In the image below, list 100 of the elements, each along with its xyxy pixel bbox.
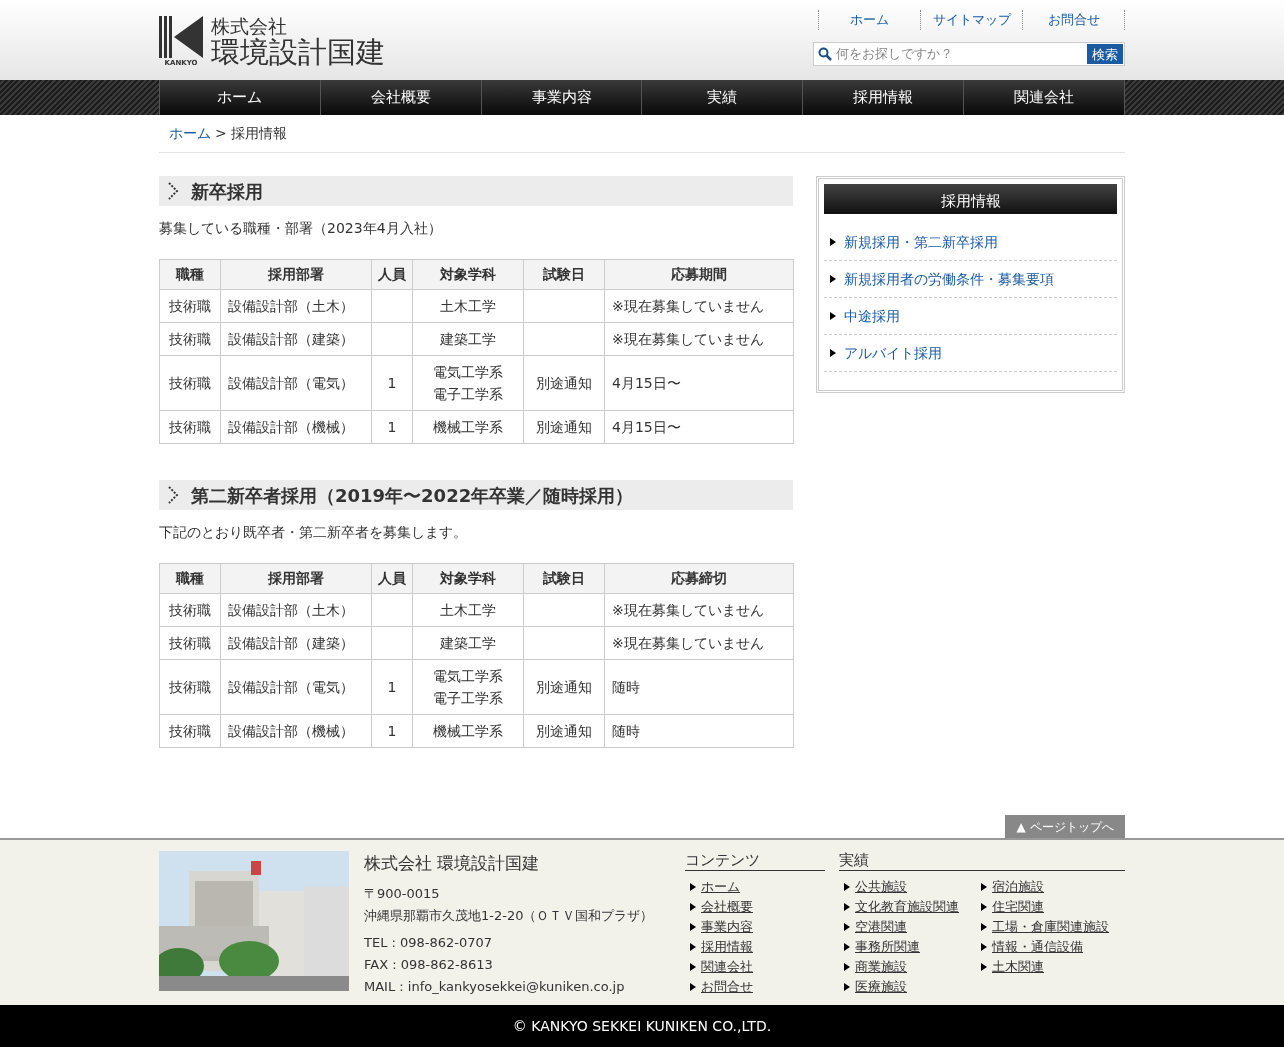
footer-link[interactable]: 事務所関連 xyxy=(855,937,920,957)
column-header: 応募締切 xyxy=(604,563,794,594)
table-cell: 土木工学 xyxy=(412,289,524,323)
footer-link[interactable]: 採用情報 xyxy=(701,937,753,957)
table-cell: 設備設計部（機械） xyxy=(220,410,372,444)
footer-link[interactable]: 事業内容 xyxy=(701,917,753,937)
table-cell: 1 xyxy=(371,410,413,444)
footer-link[interactable]: 文化教育施設関連 xyxy=(855,897,959,917)
footer-link[interactable]: 情報・通信設備 xyxy=(992,937,1083,957)
triangle-icon xyxy=(844,943,850,951)
table-cell xyxy=(371,626,413,660)
breadcrumb-current: 採用情報 xyxy=(230,124,287,143)
footer-link[interactable]: お問合せ xyxy=(701,977,753,997)
table-cell: ※現在募集していません xyxy=(604,593,794,627)
chevron-icon xyxy=(167,485,179,505)
search-field[interactable]: 何をお探しですか？ 検索 xyxy=(813,42,1125,66)
table-cell: 建築工学 xyxy=(412,626,524,660)
nav-item[interactable]: 実績 xyxy=(642,80,804,115)
triangle-icon xyxy=(830,275,836,283)
table-cell: 1 xyxy=(371,714,413,748)
footer-link[interactable]: 医療施設 xyxy=(855,977,907,997)
footer-link[interactable]: 土木関連 xyxy=(992,957,1044,977)
triangle-icon xyxy=(844,883,850,891)
section-intro: 募集している職種・部署（2023年4月入社） xyxy=(159,219,443,238)
sidebar-link[interactable]: アルバイト採用 xyxy=(844,342,942,364)
footer-link[interactable]: 住宅関連 xyxy=(992,897,1044,917)
column-header: 職種 xyxy=(159,259,221,290)
table-cell: 技術職 xyxy=(159,289,221,323)
triangle-icon xyxy=(690,963,696,971)
footer-link[interactable]: 関連会社 xyxy=(701,957,753,977)
table-cell: 機械工学系 xyxy=(412,410,524,444)
page-top-button[interactable]: ▲ ページトップへ xyxy=(1005,815,1125,838)
triangle-icon xyxy=(830,312,836,320)
triangle-icon xyxy=(690,923,696,931)
table-cell xyxy=(371,289,413,323)
company-prefix: 株式会社 xyxy=(211,17,288,36)
chevron-icon xyxy=(167,181,179,201)
nav-item[interactable]: 関連会社 xyxy=(964,80,1125,115)
footer-heading: コンテンツ xyxy=(685,851,825,871)
footer-link[interactable]: 空港関連 xyxy=(855,917,907,937)
address-line: 沖縄県那覇市久茂地1-2-20（ＯＴＶ国和プラザ） xyxy=(364,906,655,925)
table-cell: 随時 xyxy=(604,659,794,715)
sidebar-link[interactable]: 中途採用 xyxy=(844,305,900,327)
column-header: 採用部署 xyxy=(220,563,372,594)
copyright: © KANKYO SEKKEI KUNIKEN CO.,LTD. xyxy=(512,1016,772,1036)
nav-item[interactable]: 会社概要 xyxy=(320,80,482,115)
triangle-icon xyxy=(981,943,987,951)
sidebar-title: 採用情報 xyxy=(824,184,1117,214)
table-cell: 設備設計部（土木） xyxy=(220,593,372,627)
header-link[interactable]: サイトマップ xyxy=(920,10,1022,30)
header-link[interactable]: ホーム xyxy=(818,10,920,30)
triangle-icon xyxy=(844,963,850,971)
table-cell: 電気工学系 電子工学系 xyxy=(412,355,524,411)
table-cell: 技術職 xyxy=(159,322,221,356)
table-cell: ※現在募集していません xyxy=(604,289,794,323)
nav-item[interactable]: ホーム xyxy=(160,80,321,115)
logo-icon xyxy=(159,16,203,58)
table-cell: 技術職 xyxy=(159,593,221,627)
footer-link[interactable]: 宿泊施設 xyxy=(992,877,1044,897)
column-header: 人員 xyxy=(371,259,413,290)
contact-line: FAX : 098-862-8613 xyxy=(364,955,494,974)
footer-link[interactable]: 商業施設 xyxy=(855,957,907,977)
triangle-icon xyxy=(690,903,696,911)
column-header: 対象学科 xyxy=(412,563,524,594)
table-cell: 電気工学系 電子工学系 xyxy=(412,659,524,715)
table-cell: 技術職 xyxy=(159,659,221,715)
triangle-icon xyxy=(981,903,987,911)
footer-link[interactable]: 工場・倉庫関連施設 xyxy=(992,917,1109,937)
header-link[interactable]: お問合せ xyxy=(1022,10,1124,30)
table-cell: 設備設計部（電気） xyxy=(220,659,372,715)
footer-link[interactable]: ホーム xyxy=(701,877,740,897)
table-cell: 別途通知 xyxy=(523,714,605,748)
footer-link[interactable]: 公共施設 xyxy=(855,877,907,897)
search-button[interactable]: 検索 xyxy=(1087,44,1123,64)
nav-item[interactable]: 事業内容 xyxy=(481,80,643,115)
table-cell: 1 xyxy=(371,355,413,411)
section-title: 第二新卒者採用（2019年〜2022年卒業／随時採用） xyxy=(191,483,634,508)
breadcrumb-separator: > xyxy=(215,124,227,143)
triangle-icon xyxy=(844,983,850,991)
footer-link[interactable]: 会社概要 xyxy=(701,897,753,917)
table-cell: 機械工学系 xyxy=(412,714,524,748)
table-cell: 建築工学 xyxy=(412,322,524,356)
breadcrumb-link[interactable]: ホーム xyxy=(169,123,211,144)
sidebar-link[interactable]: 新規採用・第二新卒採用 xyxy=(844,231,998,253)
footer-company-name: 株式会社 環境設計国建 xyxy=(364,852,541,875)
column-header: 対象学科 xyxy=(412,259,524,290)
sidebar-link[interactable]: 新規採用者の労働条件・募集要項 xyxy=(844,268,1054,290)
triangle-icon xyxy=(844,903,850,911)
table-cell: 技術職 xyxy=(159,626,221,660)
table-cell: 別途通知 xyxy=(523,410,605,444)
column-header: 人員 xyxy=(371,563,413,594)
triangle-icon xyxy=(690,943,696,951)
table-cell: ※現在募集していません xyxy=(604,626,794,660)
table-cell: 土木工学 xyxy=(412,593,524,627)
search-icon xyxy=(818,47,832,61)
nav-item[interactable]: 採用情報 xyxy=(803,80,965,115)
table-cell: 随時 xyxy=(604,714,794,748)
column-header: 採用部署 xyxy=(220,259,372,290)
table-cell: 技術職 xyxy=(159,714,221,748)
column-header: 試験日 xyxy=(523,563,605,594)
